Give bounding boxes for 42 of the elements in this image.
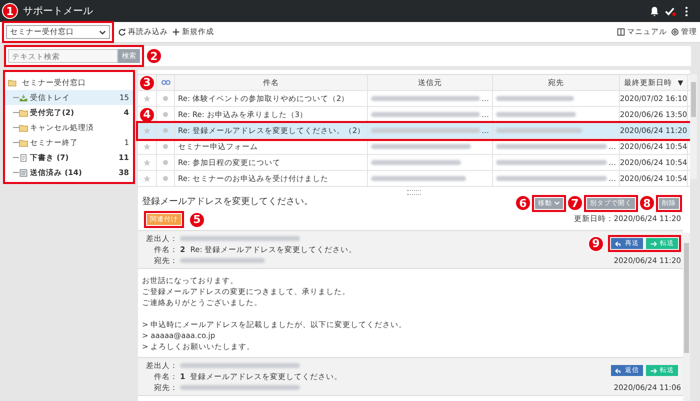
scrollbar[interactable] [690,74,697,179]
callout-badge: 8 [639,195,655,211]
folder-icon [8,78,17,86]
star-icon[interactable] [143,174,151,182]
chevron-icon [554,201,560,205]
right-arrow-icon [650,240,657,246]
star-icon[interactable] [143,126,151,134]
dot-icon [163,160,168,165]
scrollbar[interactable] [683,233,690,401]
mail-title: 登録メールアドレスを変更してください。 [142,196,313,208]
callout-badge: 5 [189,212,205,228]
reload-icon [118,28,126,36]
right-arrow-icon [650,368,657,374]
check-icon[interactable] [665,6,676,16]
plus-icon [172,28,180,36]
chevron-icon [99,30,106,34]
book-icon [617,28,625,36]
callout-badge: 6 [515,195,531,211]
star-icon[interactable] [143,158,151,166]
dot-icon [163,176,168,181]
dot-icon [163,128,168,133]
bell-icon[interactable] [649,6,660,16]
callout-badge: 9 [588,236,604,252]
callout-badge: 2 [146,48,162,64]
settings-icon [671,28,679,36]
star-icon[interactable] [143,94,151,102]
document-icon [19,168,28,176]
link-icon [160,80,170,85]
dot-icon [163,112,168,117]
splitter-handle[interactable] [407,190,421,195]
callout-badge: 7 [567,195,583,211]
document-icon [19,154,28,162]
dot-icon [163,144,168,149]
callout-badge: 4 [139,107,155,122]
callout-badge: 1 [2,3,18,19]
app-title: サポートメール [23,5,93,18]
dot-icon [163,96,168,101]
reply-arrow-icon [615,240,622,246]
callout-badge: 3 [139,75,155,90]
reply-arrow-icon [615,368,622,374]
tray-icon [19,94,28,102]
star-icon[interactable] [143,142,151,150]
